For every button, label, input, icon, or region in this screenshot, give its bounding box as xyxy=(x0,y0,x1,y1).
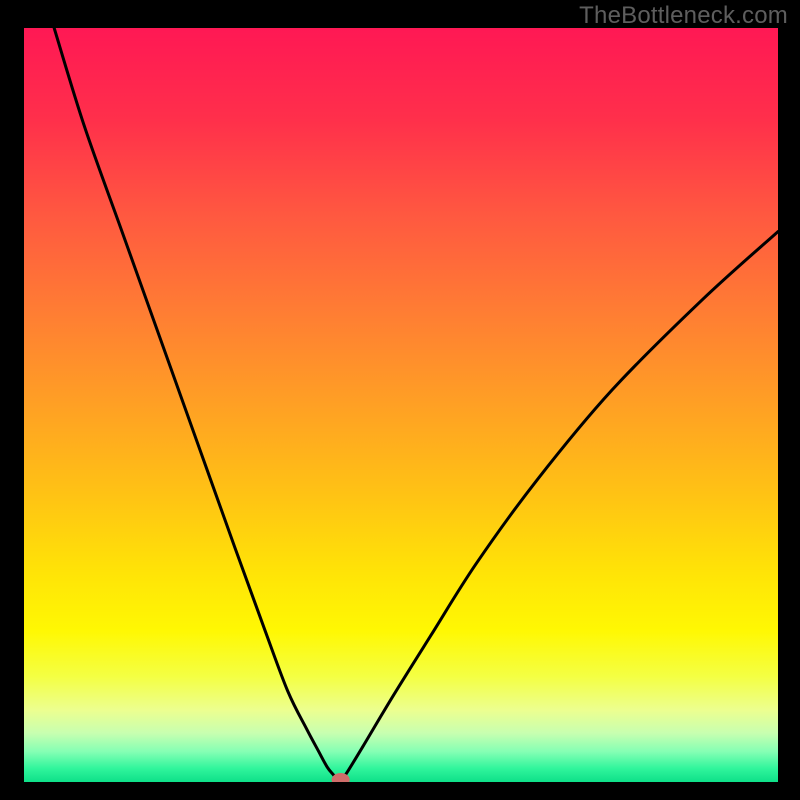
plot-area xyxy=(24,28,778,782)
watermark-text: TheBottleneck.com xyxy=(579,2,788,30)
chart-svg xyxy=(24,28,778,782)
bottleneck-chart: TheBottleneck.com xyxy=(0,0,800,800)
gradient-background xyxy=(24,28,778,782)
